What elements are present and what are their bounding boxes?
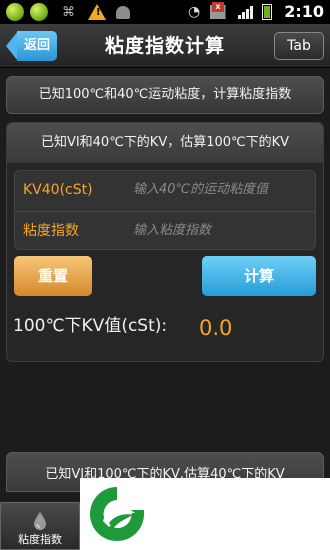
app-badge-icon bbox=[30, 3, 48, 21]
title-bar: 返回 粘度指数计算 Tab bbox=[0, 24, 330, 68]
vi-field[interactable]: 粘度指数 输入粘度指数 bbox=[15, 211, 315, 251]
brand-logo bbox=[90, 487, 144, 541]
tab-button[interactable]: Tab bbox=[274, 32, 324, 60]
result-label: 100℃下KV值(cSt): bbox=[13, 316, 168, 336]
status-bar: ⌘ ! ◔ x 2:10 bbox=[0, 0, 330, 24]
section-vi-from-kv[interactable]: 已知100℃和40℃运动粘度，计算粘度指数 bbox=[6, 76, 324, 114]
usb-icon: ⌘ bbox=[62, 4, 75, 20]
section-kv100-from-vi: 已知VI和40℃下的KV，估算100℃下的KV KV40(cSt) 输入40℃的… bbox=[6, 122, 324, 362]
section-header[interactable]: 已知VI和40℃下的KV，估算100℃下的KV bbox=[7, 123, 323, 163]
page-title: 粘度指数计算 bbox=[104, 35, 225, 57]
battery-icon bbox=[262, 4, 272, 20]
reset-button[interactable]: 重置 bbox=[14, 256, 92, 296]
back-button[interactable]: 返回 bbox=[6, 31, 57, 61]
kv40-field[interactable]: KV40(cSt) 输入40℃的运动粘度值 bbox=[15, 171, 315, 211]
warning-mark: ! bbox=[96, 7, 101, 18]
vi-label: 粘度指数 bbox=[23, 223, 79, 239]
nav-tab-viscosity-index[interactable]: 粘度指数 bbox=[0, 502, 80, 550]
signal-icon bbox=[238, 5, 253, 19]
input-group: KV40(cSt) 输入40℃的运动粘度值 粘度指数 输入粘度指数 bbox=[14, 170, 316, 250]
kv40-input[interactable]: 输入40℃的运动粘度值 bbox=[133, 171, 268, 209]
app-badge-icon bbox=[6, 3, 24, 21]
kv40-label: KV40(cSt) bbox=[23, 182, 93, 198]
drop-icon bbox=[34, 512, 46, 530]
android-icon bbox=[116, 6, 130, 19]
back-button-label: 返回 bbox=[17, 31, 57, 61]
vi-input[interactable]: 输入粘度指数 bbox=[133, 212, 211, 250]
calculate-button[interactable]: 计算 bbox=[202, 256, 316, 296]
wifi-icon: ◔ bbox=[188, 4, 201, 20]
no-signal-mark: x bbox=[212, 2, 224, 12]
nav-tab-label: 粘度指数 bbox=[18, 533, 62, 546]
clock: 2:10 bbox=[284, 2, 324, 21]
result-value: 0.0 bbox=[199, 316, 233, 340]
